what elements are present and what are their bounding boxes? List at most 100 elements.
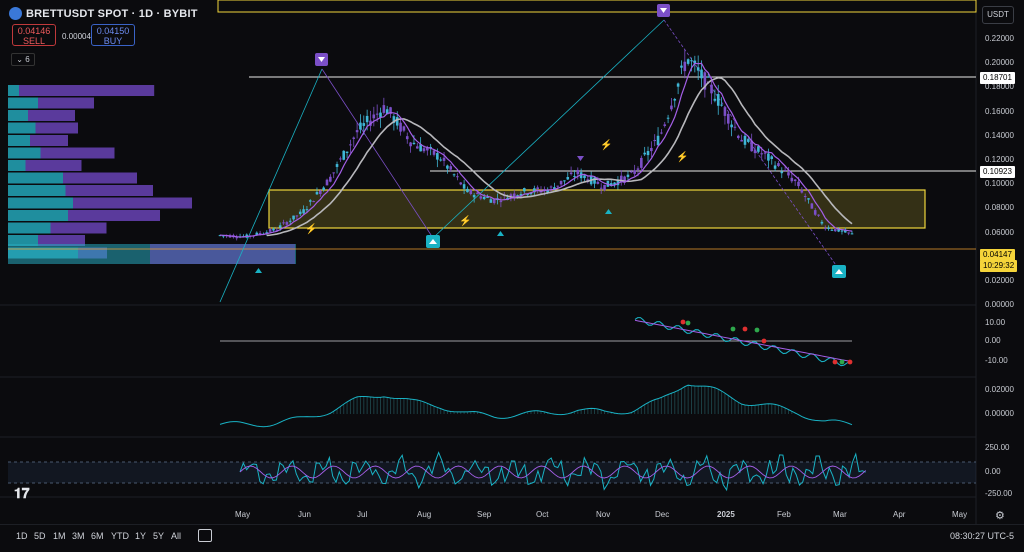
volume-profile-bar <box>8 185 66 196</box>
sell-signal-marker-icon[interactable] <box>657 4 670 17</box>
volume-profile-bar <box>73 197 192 209</box>
candle-body <box>820 221 824 224</box>
candle-body <box>793 179 797 182</box>
range-button-1m[interactable]: 1M <box>53 531 66 541</box>
currency-selector[interactable]: USDT <box>982 6 1014 24</box>
candle-body <box>536 187 539 190</box>
osc1-cross-dot <box>832 359 838 365</box>
volume-profile-bar <box>8 197 73 209</box>
chevron-down-icon: ⌄ <box>16 55 23 64</box>
candle-body <box>342 150 346 160</box>
osc2-tick-label: 0.02000 <box>985 385 1014 394</box>
range-button-6m[interactable]: 6M <box>91 531 104 541</box>
osc3-band <box>8 462 976 483</box>
candle-body <box>359 122 362 130</box>
candle-body <box>720 104 723 106</box>
candle-body <box>319 190 322 195</box>
price-tick-label: 0.10000 <box>985 179 1014 189</box>
buy-signal-marker-icon[interactable] <box>832 265 846 278</box>
osc2-line <box>219 384 853 428</box>
osc1-cross-dots <box>680 319 853 365</box>
osc1-cross-dot <box>754 327 760 333</box>
candle-body <box>432 150 436 155</box>
osc1-line <box>634 317 853 367</box>
range-button-1y[interactable]: 1Y <box>135 531 146 541</box>
buy-signal-marker-icon[interactable] <box>426 235 440 248</box>
candle-body <box>282 222 285 224</box>
osc2-histogram <box>329 385 796 414</box>
candle-body <box>399 122 402 132</box>
time-tick-label: May <box>235 510 251 519</box>
candle-body <box>787 172 790 176</box>
lightning-icon: ⚡ <box>305 222 317 235</box>
candle-body <box>278 225 282 228</box>
osc1-tick-label: 10.00 <box>985 318 1006 327</box>
osc1-cross-dot <box>680 319 686 325</box>
clock[interactable]: 08:30:27 UTC-5 <box>950 531 1014 541</box>
candle-body <box>840 230 844 232</box>
range-button-all[interactable]: All <box>171 531 181 541</box>
price-tick-label: 0.14000 <box>985 130 1014 140</box>
candle-body <box>452 174 456 176</box>
brett-logo-icon <box>9 7 22 20</box>
candle-body <box>556 185 560 187</box>
range-button-5y[interactable]: 5Y <box>153 531 164 541</box>
candle-body <box>646 151 650 156</box>
candle-body <box>650 147 653 152</box>
candle-body <box>807 198 810 200</box>
candle-body <box>676 83 680 87</box>
candle-body <box>569 172 573 175</box>
sell-signal-marker-icon[interactable] <box>315 53 328 66</box>
symbol-title[interactable]: BRETTUSDT SPOT · 1D · BYBIT <box>26 8 198 20</box>
range-button-ytd[interactable]: YTD <box>111 531 129 541</box>
sell-button[interactable]: 0.04146 SELL <box>12 24 56 46</box>
volume-profile-bar <box>40 147 115 159</box>
candle-body <box>603 184 606 191</box>
sell-price: 0.04146 <box>17 26 51 36</box>
volume-profile-bar <box>8 210 68 221</box>
candle-body <box>563 180 566 182</box>
buy-price: 0.04150 <box>96 26 130 36</box>
time-tick-label: Jul <box>357 510 368 519</box>
time-tick-label: Nov <box>596 510 611 519</box>
calendar-range-icon[interactable] <box>198 529 212 542</box>
candle-body <box>489 199 493 203</box>
time-tick-label: 2025 <box>717 510 735 519</box>
lightning-icon: ⚡ <box>600 138 612 151</box>
candle-body <box>700 69 703 79</box>
candle-body <box>405 136 409 140</box>
candle-body <box>760 153 764 155</box>
osc2-tick-label: 0.00000 <box>985 409 1014 418</box>
candle-body <box>797 181 800 187</box>
range-button-3m[interactable]: 3M <box>72 531 85 541</box>
candle-body <box>472 195 476 198</box>
candle-body <box>349 144 352 146</box>
candle-body <box>763 152 767 154</box>
candle-body <box>713 98 717 101</box>
volume-profile-bar <box>8 222 51 234</box>
candle-body <box>773 165 777 169</box>
buy-button[interactable]: 0.04150 BUY <box>91 24 135 46</box>
time-tick-label: Dec <box>655 510 670 519</box>
candle-body <box>415 146 419 149</box>
settings-gear-icon[interactable]: ⚙ <box>995 509 1005 522</box>
time-tick-label: Oct <box>536 510 549 519</box>
candle-body <box>800 189 804 193</box>
candle-body <box>382 105 386 113</box>
volume-profile-bar <box>25 160 82 171</box>
candle-body <box>469 189 473 195</box>
indicator-toggle[interactable]: ⌄ 6 <box>11 53 35 66</box>
candle-body <box>442 157 446 161</box>
volume-profile-bar <box>8 160 26 171</box>
candle-body <box>790 177 794 182</box>
price-tick-label: 0.02000 <box>985 276 1014 285</box>
candle-body <box>753 149 757 154</box>
candle-body <box>680 65 683 68</box>
candle-body <box>576 169 580 175</box>
candle-body <box>723 107 727 116</box>
range-button-5d[interactable]: 5D <box>34 531 46 541</box>
chart-canvas[interactable]: ⚡ ⚡ ⚡ ⚡ <box>0 0 1024 551</box>
candle-body <box>783 169 787 171</box>
candle-body <box>522 188 526 192</box>
range-button-1d[interactable]: 1D <box>16 531 28 541</box>
